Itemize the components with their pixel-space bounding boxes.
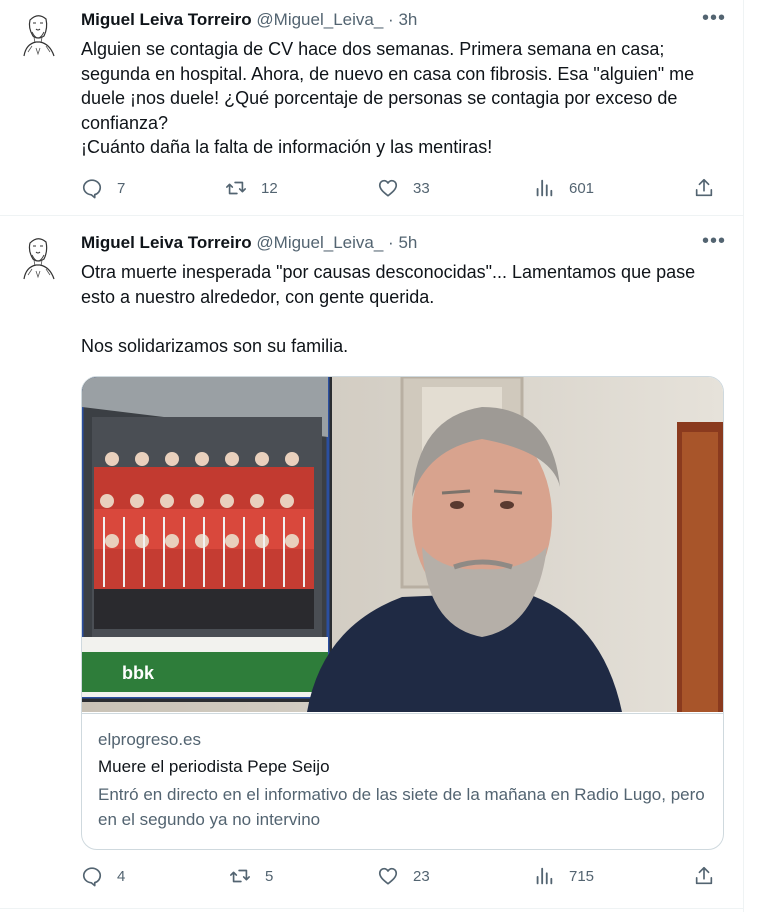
tweet-actions: 4 5 23 715 (81, 864, 721, 888)
share-icon (695, 178, 713, 197)
share-button[interactable] (693, 176, 715, 200)
tweet[interactable]: Miguel Leiva Torreiro @Miguel_Leiva_ · 5… (0, 217, 744, 909)
tweet-text: Otra muerte inesperada "por causas desco… (81, 260, 721, 358)
card-text[interactable]: elprogreso.es Muere el periodista Pepe S… (82, 713, 723, 849)
like-button[interactable]: 23 (377, 864, 430, 888)
reply-button[interactable]: 4 (81, 864, 125, 888)
author-name[interactable]: Miguel Leiva Torreiro (81, 233, 252, 252)
views-button[interactable]: 715 (533, 864, 594, 888)
tweet-text-line: Alguien se contagia de CV hace dos seman… (81, 39, 695, 133)
views-count: 715 (569, 867, 595, 885)
tweet-text-line: Nos solidarizamos son su familia. (81, 335, 349, 356)
sketch-portrait-icon (16, 233, 60, 281)
heart-icon (378, 867, 398, 885)
reply-icon (82, 867, 102, 887)
more-options-icon[interactable]: ••• (702, 231, 725, 255)
views-button[interactable]: 601 (533, 176, 594, 200)
like-count: 23 (413, 867, 430, 885)
card-description: Entró en directo en el informativo de la… (98, 785, 705, 829)
card-domain: elprogreso.es (98, 730, 202, 749)
sketch-portrait-icon (16, 10, 60, 58)
retweet-button[interactable]: 5 (229, 864, 273, 888)
views-chart-icon (536, 867, 553, 885)
tweet-header: Miguel Leiva Torreiro @Miguel_Leiva_ · 3… (81, 10, 417, 32)
avatar[interactable] (16, 10, 60, 58)
link-card[interactable]: bbk elprogreso.es Muere el periodista Pe… (81, 376, 724, 850)
views-chart-icon (536, 179, 553, 197)
author-handle[interactable]: @Miguel_Leiva_ (256, 10, 383, 29)
card-photo: bbk (82, 377, 723, 712)
reply-count: 7 (117, 179, 126, 197)
retweet-button[interactable]: 12 (225, 176, 278, 200)
tweet-time[interactable]: 5h (398, 233, 417, 252)
tweet-actions: 7 12 33 601 (81, 176, 721, 200)
share-icon (695, 866, 713, 885)
author-name[interactable]: Miguel Leiva Torreiro (81, 10, 252, 29)
tweet-text-line: Otra muerte inesperada "por causas desco… (81, 262, 696, 307)
more-options-icon[interactable]: ••• (702, 8, 725, 32)
tweet-text-line: ¡Cuánto daña la falta de información y l… (81, 137, 493, 157)
timeline: Miguel Leiva Torreiro @Miguel_Leiva_ · 3… (0, 0, 744, 912)
retweet-count: 5 (265, 867, 274, 885)
like-button[interactable]: 33 (377, 176, 430, 200)
retweet-count: 12 (261, 179, 278, 197)
author-handle[interactable]: @Miguel_Leiva_ (256, 233, 383, 252)
tweet[interactable]: Miguel Leiva Torreiro @Miguel_Leiva_ · 3… (0, 0, 744, 216)
tweet-text: Alguien se contagia de CV hace dos seman… (81, 37, 721, 160)
card-image[interactable]: bbk (82, 377, 723, 712)
separator: · (388, 233, 394, 252)
separator: · (388, 10, 394, 29)
tweet-time[interactable]: 3h (398, 10, 417, 29)
card-title: Muere el periodista Pepe Seijo (98, 757, 330, 776)
reply-button[interactable]: 7 (81, 176, 125, 200)
heart-icon (378, 179, 398, 197)
like-count: 33 (413, 179, 430, 197)
retweet-icon (226, 181, 246, 195)
reply-icon (82, 179, 102, 199)
poster-logo: bbk (122, 663, 155, 683)
retweet-icon (230, 869, 250, 883)
avatar[interactable] (16, 233, 60, 281)
share-button[interactable] (693, 864, 715, 888)
reply-count: 4 (117, 867, 126, 885)
views-count: 601 (569, 179, 595, 197)
tweet-header: Miguel Leiva Torreiro @Miguel_Leiva_ · 5… (81, 233, 417, 255)
